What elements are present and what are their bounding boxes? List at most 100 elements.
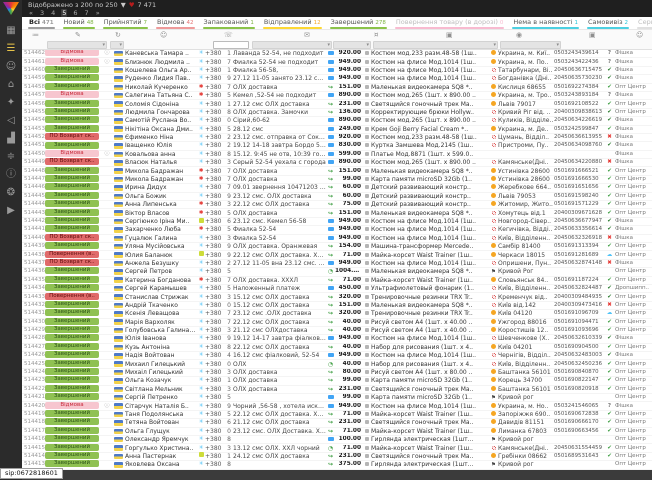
tab-Нема в наявності[interactable]: Нема в наявності1 — [512, 17, 579, 29]
tracking-number: 20450632326918 — [554, 235, 604, 242]
stats-icon[interactable]: ▟ — [2, 130, 20, 147]
support-icon[interactable]: ❂ — [2, 184, 20, 201]
messages-count: 7 — [223, 277, 233, 284]
order-row[interactable]: 514417ЗавершенийОльга Глущук✳+380023.12 … — [22, 428, 652, 436]
card-payment-icon — [328, 219, 334, 223]
order-row[interactable]: 514413ЗавершенийЯковлева Оксана✳+3808↪37… — [22, 461, 652, 469]
order-row[interactable]: 514441ЗавершенийЗахарченко Люба✱+3805Фиа… — [22, 226, 652, 234]
tab-label-text: Відправлений — [264, 18, 312, 26]
order-row[interactable]: 514420ВідмоваⓘСітарчук Наталія Б..✳+3809… — [22, 402, 652, 410]
tracking-number: 20450632874148 — [554, 260, 604, 267]
order-row[interactable]: 514433Повернення (в..Станислав Стрижак✳+… — [22, 293, 652, 301]
tab-Відправлений[interactable]: Відправлений12 — [263, 17, 322, 29]
orders-list-icon[interactable]: ☰ — [2, 40, 20, 57]
tab-Запакований[interactable]: Запакований1 — [203, 17, 255, 29]
client-name: Анна Липенська — [125, 201, 197, 208]
order-row[interactable]: 514446ЗавершенийИрина Дидух✳+380709.01 з… — [22, 184, 652, 192]
order-row[interactable]: 514429ЗавершенийГолубовська Галина В..✳+… — [22, 327, 652, 335]
tab-Повернення товару (в дорозі)[interactable]: Повернення товару (в дорозі)0 — [395, 17, 504, 29]
info-circle-icon[interactable]: ⓘ — [2, 166, 20, 183]
order-row[interactable]: 514461ВідмоваⓘБлизнюк Людмила ..✳+3807Фи… — [22, 58, 652, 66]
order-row[interactable]: 514442ЗавершенийСергіюнко Іріна Ми..+380… — [22, 218, 652, 226]
order-row[interactable]: 514434ЗавершенийСергей Карамышев✳+3805На… — [22, 285, 652, 293]
tab-Всі[interactable]: Всі471 — [28, 17, 55, 29]
tab-Відмова[interactable]: Відмова42 — [156, 17, 194, 29]
pagination-page-3[interactable]: 3 — [39, 9, 45, 17]
order-row[interactable]: 514438Повернення (в..Юлия Баланюк+380922… — [22, 251, 652, 259]
status-info-icon: ⓘ — [103, 151, 111, 158]
tab-Завершений[interactable]: Завершений278 — [330, 17, 387, 29]
order-row[interactable]: 514437ПО Возврат ск..Анжела Безушку✳+380… — [22, 260, 652, 268]
app-logo-icon[interactable] — [3, 2, 19, 15]
order-row[interactable]: 514426ЗавершенийНадія Войтован✳+380416.1… — [22, 352, 652, 360]
status-filter[interactable]: ▾ — [47, 41, 107, 49]
order-row[interactable]: 514453ЗавершенийНікітіна Оксана Дми..✳+3… — [22, 126, 652, 134]
order-row[interactable]: 514415ЗавершенийГоргулько Христина..✳+38… — [22, 444, 652, 452]
order-row[interactable]: 514432ЗавершенийАндрій Ткаченко✳+380015.… — [22, 302, 652, 310]
payment-filter[interactable]: ▾ — [333, 41, 371, 49]
order-row[interactable]: 514443ЗавершенийВіктор Власов✱+3805ОЛХ д… — [22, 209, 652, 217]
order-row[interactable]: 514450ВідмоваⓘКовальова анна✳+380815.12.… — [22, 151, 652, 159]
order-row[interactable]: 514449ПО Возврат ск..Власюк Наталья✳+380… — [22, 159, 652, 167]
order-row[interactable]: 514454ЗавершенийСамотій Руслана Во..✳+38… — [22, 117, 652, 125]
sales-channel: Фішка — [615, 117, 652, 124]
pagination-last-icon[interactable]: » — [95, 9, 101, 17]
order-row[interactable]: 514423ЗавершенийОльга Козачук✳+3801ОЛХ д… — [22, 377, 652, 385]
tracking-number: 0503243893184 — [554, 92, 604, 99]
order-row[interactable]: 514414ЗавершенийАнна Пастернак+380124.12… — [22, 453, 652, 461]
order-row[interactable]: 514452ПО Возврат ск..Єфименко Ніна✳+3802… — [22, 134, 652, 142]
settings-sliders-icon[interactable]: ≑ — [2, 148, 20, 165]
order-row[interactable]: 514451ЗавершенийІващенко Юлія✳+380219.12… — [22, 142, 652, 150]
order-row[interactable]: 514444ЗавершенийАнна Липенська✱+380322.1… — [22, 201, 652, 209]
order-row[interactable]: 514427ЗавершенийКузь Антоніна✳+380822.12… — [22, 344, 652, 352]
flag-filter[interactable]: ▾ — [110, 41, 124, 49]
order-row[interactable]: 514436ЗавершенийСергей Петров✳+3805◔1004… — [22, 268, 652, 276]
tab-Самовивіз[interactable]: Самовивіз2 — [587, 17, 629, 29]
pagination-page-6[interactable]: 6 — [72, 9, 78, 17]
order-row[interactable]: 514439ЗавершенийУляна Мусійовська✳+3809О… — [22, 243, 652, 251]
page-size-caret-icon[interactable]: ▼ — [121, 1, 126, 9]
order-row[interactable]: 514445ЗавершенийОльга Божик✳+380923.12 с… — [22, 193, 652, 201]
cart-icon[interactable]: ✦ — [2, 94, 20, 111]
order-row[interactable]: 514421ЗавершенийСергій Петренко✳+380599.… — [22, 394, 652, 402]
order-row[interactable]: 514457ВідмоваСалегина Татьяна С..✱+3805К… — [22, 92, 652, 100]
tab-Сервіси[interactable]: Сервіси0 — [637, 17, 652, 29]
pagination-first-icon[interactable]: « — [28, 9, 34, 17]
announcements-icon[interactable]: ◁ — [2, 112, 20, 129]
order-row[interactable]: 514416ЗавершенийОлександр Яремчук✳+38081… — [22, 436, 652, 444]
shop-icon[interactable]: ⌂ — [2, 76, 20, 93]
order-row[interactable]: 514431ЗавершенийКсенія Леващова✳+380723.… — [22, 310, 652, 318]
order-row[interactable]: 514430ЗавершенийМарія Вархоляк✳+380722.1… — [22, 319, 652, 327]
source-asterisk-icon: ✳ — [199, 436, 204, 442]
order-row[interactable]: 514422ЗавершенийСвітлана Мельник✳+3803ОЛ… — [22, 386, 652, 394]
order-row[interactable]: 514419ЗавершенийТаня Подолянська✳+380522… — [22, 411, 652, 419]
order-row[interactable]: 514447ЗавершенийМикола Бадражан✱+3807ОЛХ… — [22, 176, 652, 184]
video-tutorials-icon[interactable]: ▶ — [2, 202, 20, 219]
pagination-page-4[interactable]: 4 — [50, 9, 56, 17]
clients-icon[interactable]: ☺ — [2, 58, 20, 75]
order-row[interactable]: 514425ЗавершенийМихаил Гилецький✳+3800ОЛ… — [22, 360, 652, 368]
pagination-page-5[interactable]: 5 — [61, 9, 67, 17]
order-row[interactable]: 514458ЗавершенийНиколай Кучеренко✱+3807О… — [22, 84, 652, 92]
order-row[interactable]: 514460ЗавершенийКошелева Ольга Ар..✳+380… — [22, 67, 652, 75]
order-row[interactable]: 514424ЗавершенийМихаіл Гилецький✳+3803ОЛ… — [22, 369, 652, 377]
comment-filter[interactable]: ▾ — [252, 41, 332, 49]
payment-type-icon: ↪ — [326, 310, 335, 317]
address-filter[interactable]: ▾ — [500, 41, 561, 49]
order-row[interactable]: 514455ЗавершенийЛюдмила Гончарова✳+3808О… — [22, 109, 652, 117]
dashboard-icon[interactable]: ▦ — [2, 22, 20, 39]
card-payment-icon — [328, 127, 334, 131]
order-row[interactable]: 514448ЗавершенийМикола Бадражан✱+3807ОЛХ… — [22, 167, 652, 175]
order-row[interactable]: 514462ВідмоваⓘКаневська Тамара ..✳+3801Л… — [22, 50, 652, 58]
pagination-page-7[interactable]: 7 — [84, 9, 90, 17]
order-row[interactable]: 514428ЗавершенийЮлія Іванова✳+380919.12 … — [22, 335, 652, 343]
order-row[interactable]: 514456ЗавершенийСоломія Сідоніна✳+380127… — [22, 100, 652, 108]
order-row[interactable]: 514440ПО Возврат ск..Гуцалюк Галина✳+380… — [22, 235, 652, 243]
order-row[interactable]: 514459ЗавершенийРуденко Лидия Пав..✳+380… — [22, 75, 652, 83]
tab-Прийнятий[interactable]: Прийнятий7 — [103, 17, 148, 29]
order-row[interactable]: 514418ЗавершенийТетяна Войтован✳+380621.… — [22, 419, 652, 427]
tab-Новий[interactable]: Новий48 — [63, 17, 95, 29]
product-filter[interactable]: ▾ — [373, 41, 498, 49]
phone-search-input[interactable] — [213, 41, 249, 49]
order-row[interactable]: 514435ЗавершенийКатерина Богданова✱+3807… — [22, 277, 652, 285]
